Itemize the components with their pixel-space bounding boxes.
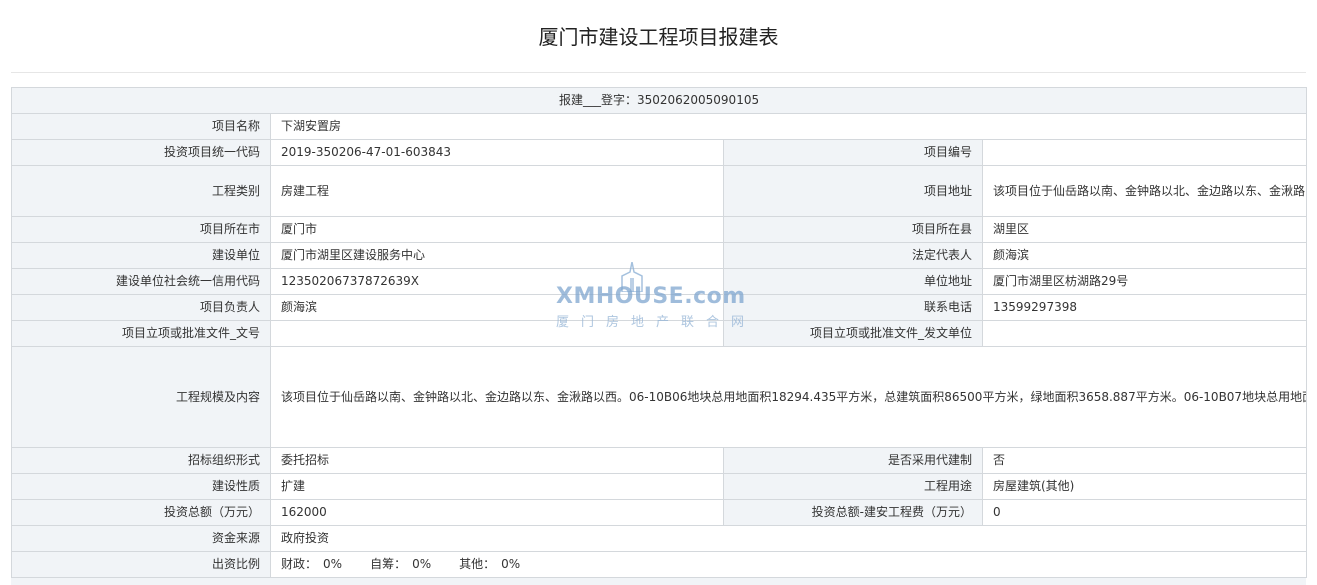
self-label: 自筹： (370, 557, 407, 571)
phone-label: 联系电话 (723, 294, 983, 321)
scale-label: 工程规模及内容 (11, 346, 271, 448)
legal-rep-label: 法定代表人 (723, 242, 983, 269)
agent-system-label: 是否采用代建制 (723, 447, 983, 474)
credit-code-label: 建设单位社会统一信用代码 (11, 268, 271, 295)
finance-label: 财政： (281, 557, 318, 571)
project-name-label: 项目名称 (11, 113, 271, 140)
approval-issuer-label: 项目立项或批准文件_发文单位 (723, 320, 983, 347)
project-category-value: 房建工程 (270, 165, 724, 217)
unit-address-label: 单位地址 (723, 268, 983, 295)
nature-value: 扩建 (270, 473, 724, 500)
table-row: 项目负责人 颜海滨 联系电话 13599297398 (11, 294, 1308, 321)
registration-table: 报建___登字：3502062005090105 项目名称 下湖安置房 投资项目… (10, 87, 1308, 578)
table-row: 项目所在市 厦门市 项目所在县 湖里区 (11, 216, 1308, 243)
table-row: 项目名称 下湖安置房 (11, 113, 1308, 140)
project-name-value: 下湖安置房 (269, 113, 1308, 140)
builder-value: 厦门市湖里区建设服务中心 (270, 242, 724, 269)
county-value: 湖里区 (981, 216, 1308, 243)
nature-label: 建设性质 (11, 473, 271, 500)
investment-code-label: 投资项目统一代码 (11, 139, 271, 166)
finance-value: 0% (323, 557, 343, 571)
approval-issuer-value (981, 320, 1308, 347)
tender-form-value: 委托招标 (270, 447, 724, 474)
scale-value: 该项目位于仙岳路以南、金钟路以北、金边路以东、金湫路以西。06-10B06地块总… (269, 346, 1308, 448)
project-number-label: 项目编号 (723, 139, 983, 166)
project-address-value: 该项目位于仙岳路以南、金钟路以北、金边路以东、金湫路以西，湖边水库东片区旧村整村… (981, 165, 1308, 217)
table-row: 工程类别 房建工程 项目地址 该项目位于仙岳路以南、金钟路以北、金边路以东、金湫… (11, 165, 1308, 217)
title-divider (11, 72, 1306, 73)
approval-doc-no-value (270, 320, 724, 347)
construction-fee-label: 投资总额-建安工程费（万元） (723, 499, 983, 526)
ratio-label: 出资比例 (11, 551, 271, 578)
agent-system-value: 否 (981, 447, 1308, 474)
table-row: 建设单位社会统一信用代码 12350206737872639X 单位地址 厦门市… (11, 268, 1308, 295)
approval-doc-no-label: 项目立项或批准文件_文号 (11, 320, 271, 347)
table-row: 出资比例 财政： 0% 自筹： 0% 其他： 0% (11, 551, 1308, 578)
table-row: 工程规模及内容 该项目位于仙岳路以南、金钟路以北、金边路以东、金湫路以西。06-… (11, 346, 1308, 448)
legal-rep-value: 颜海滨 (981, 242, 1308, 269)
project-address-label: 项目地址 (723, 165, 983, 217)
total-investment-label: 投资总额（万元） (11, 499, 271, 526)
table-row: 建设性质 扩建 工程用途 房屋建筑(其他) (11, 473, 1308, 500)
project-number-value (981, 139, 1308, 166)
table-row: 资金来源 政府投资 (11, 525, 1308, 552)
project-lead-label: 项目负责人 (11, 294, 271, 321)
project-lead-value: 颜海滨 (270, 294, 724, 321)
county-label: 项目所在县 (723, 216, 983, 243)
usage-value: 房屋建筑(其他) (981, 473, 1308, 500)
table-row: 招标组织形式 委托招标 是否采用代建制 否 (11, 447, 1308, 474)
project-category-label: 工程类别 (11, 165, 271, 217)
other-value: 0% (501, 557, 521, 571)
registration-number: 报建___登字：3502062005090105 (10, 87, 1308, 114)
table-row: 项目立项或批准文件_文号 项目立项或批准文件_发文单位 (11, 320, 1308, 347)
table-row: 建设单位 厦门市湖里区建设服务中心 法定代表人 颜海滨 (11, 242, 1308, 269)
fund-source-label: 资金来源 (11, 525, 271, 552)
page-title: 厦门市建设工程项目报建表 (538, 25, 779, 49)
total-investment-value: 162000 (270, 499, 724, 526)
fund-source-value: 政府投资 (269, 525, 1308, 552)
credit-code-value: 12350206737872639X (270, 268, 724, 295)
investment-code-value: 2019-350206-47-01-603843 (270, 139, 724, 166)
self-value: 0% (412, 557, 432, 571)
ratio-value: 财政： 0% 自筹： 0% 其他： 0% (269, 551, 1308, 578)
builder-label: 建设单位 (11, 242, 271, 269)
other-label: 其他： (459, 557, 496, 571)
unit-address-value: 厦门市湖里区枋湖路29号 (981, 268, 1308, 295)
construction-fee-value: 0 (981, 499, 1308, 526)
city-value: 厦门市 (270, 216, 724, 243)
phone-value: 13599297398 (981, 294, 1308, 321)
city-label: 项目所在市 (11, 216, 271, 243)
usage-label: 工程用途 (723, 473, 983, 500)
tender-form-label: 招标组织形式 (11, 447, 271, 474)
registration-row: 报建___登字：3502062005090105 (10, 87, 1308, 114)
table-row: 投资总额（万元） 162000 投资总额-建安工程费（万元） 0 (11, 499, 1308, 526)
table-row: 投资项目统一代码 2019-350206-47-01-603843 项目编号 (11, 139, 1308, 166)
